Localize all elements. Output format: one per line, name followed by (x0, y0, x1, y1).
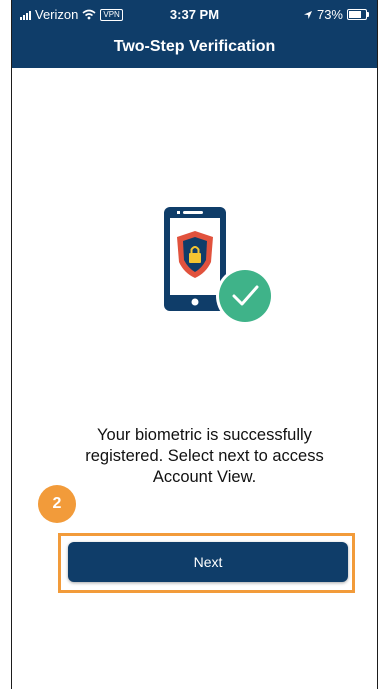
battery-percent: 73% (316, 7, 343, 22)
page-title: Two-Step Verification (113, 38, 276, 55)
header-bar: Verizon VPN 3:37 PM 73% Two-Step Verific… (12, 0, 377, 68)
next-button[interactable]: Next (68, 542, 348, 582)
step-badge: 2 (38, 485, 76, 523)
status-bar: Verizon VPN 3:37 PM 73% (12, 0, 377, 26)
checkmark-icon (216, 267, 274, 325)
location-icon (303, 10, 312, 19)
biometric-success-illustration (164, 207, 274, 325)
success-message: Your biometric is successfully registere… (85, 426, 324, 486)
battery-icon (347, 9, 369, 20)
